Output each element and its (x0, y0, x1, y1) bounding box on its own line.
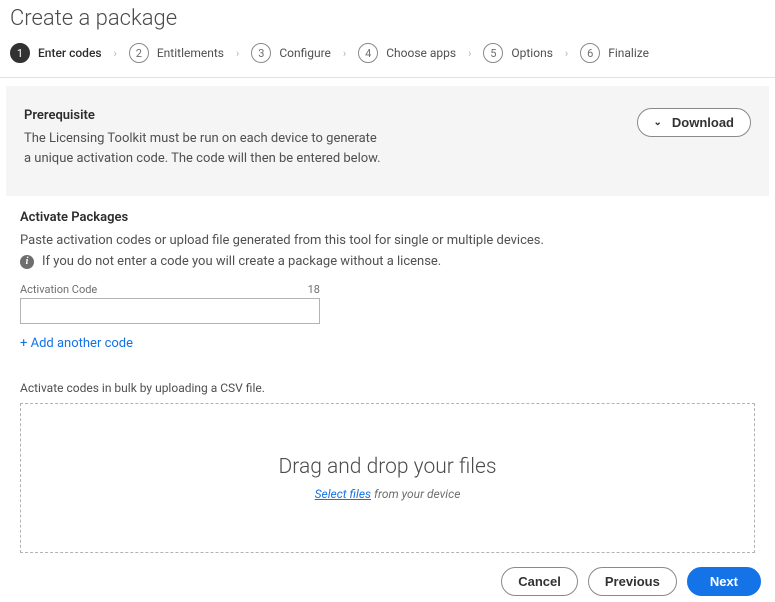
bulk-upload-label: Activate codes in bulk by uploading a CS… (20, 381, 755, 395)
step-label: Configure (279, 46, 331, 60)
step-number: 5 (483, 43, 503, 63)
chevron-right-icon: › (468, 47, 471, 60)
select-files-link[interactable]: Select files (315, 487, 371, 501)
step-label: Choose apps (386, 46, 456, 60)
download-button[interactable]: ⌄ Download (637, 108, 752, 137)
step-entitlements[interactable]: 2 Entitlements (129, 43, 224, 63)
step-options[interactable]: 5 Options (483, 43, 553, 63)
step-enter-codes[interactable]: 1 Enter codes (10, 43, 102, 63)
page-title: Create a package (0, 0, 775, 41)
dropzone-title: Drag and drop your files (279, 455, 497, 479)
prerequisite-panel: Prerequisite The Licensing Toolkit must … (6, 86, 769, 196)
step-number: 4 (358, 43, 378, 63)
step-number: 2 (129, 43, 149, 63)
footer-actions: Cancel Previous Next (501, 567, 761, 596)
stepper: 1 Enter codes › 2 Entitlements › 3 Confi… (0, 41, 775, 78)
chevron-down-icon: ⌄ (654, 117, 662, 128)
add-another-code-link[interactable]: + Add another code (20, 336, 133, 351)
step-number: 3 (251, 43, 271, 63)
previous-button[interactable]: Previous (588, 567, 677, 596)
step-choose-apps[interactable]: 4 Choose apps (358, 43, 456, 63)
info-icon: i (20, 255, 34, 269)
download-label: Download (672, 115, 734, 130)
cancel-button[interactable]: Cancel (501, 567, 578, 596)
activate-section: Activate Packages Paste activation codes… (0, 196, 775, 553)
step-label: Enter codes (38, 46, 102, 60)
step-label: Options (511, 46, 553, 60)
step-label: Entitlements (157, 46, 224, 60)
dropzone-suffix: from your device (371, 487, 460, 501)
activate-description: Paste activation codes or upload file ge… (20, 233, 755, 248)
chevron-right-icon: › (236, 47, 239, 60)
prerequisite-title: Prerequisite (24, 108, 384, 123)
char-counter: 18 (308, 283, 320, 296)
chevron-right-icon: › (343, 47, 346, 60)
step-label: Finalize (608, 46, 649, 60)
step-number: 6 (580, 43, 600, 63)
step-finalize[interactable]: 6 Finalize (580, 43, 649, 63)
info-row: i If you do not enter a code you will cr… (20, 254, 755, 269)
activation-code-label: Activation Code (20, 283, 97, 296)
dropzone-subtext: Select files from your device (315, 487, 461, 501)
next-button[interactable]: Next (687, 567, 761, 596)
step-configure[interactable]: 3 Configure (251, 43, 331, 63)
chevron-right-icon: › (565, 47, 568, 60)
info-text: If you do not enter a code you will crea… (42, 254, 441, 269)
step-number: 1 (10, 43, 30, 63)
activate-title: Activate Packages (20, 210, 755, 225)
activation-code-input[interactable] (20, 298, 320, 324)
file-dropzone[interactable]: Drag and drop your files Select files fr… (20, 403, 755, 553)
chevron-right-icon: › (114, 47, 117, 60)
prerequisite-description: The Licensing Toolkit must be run on eac… (24, 129, 384, 168)
